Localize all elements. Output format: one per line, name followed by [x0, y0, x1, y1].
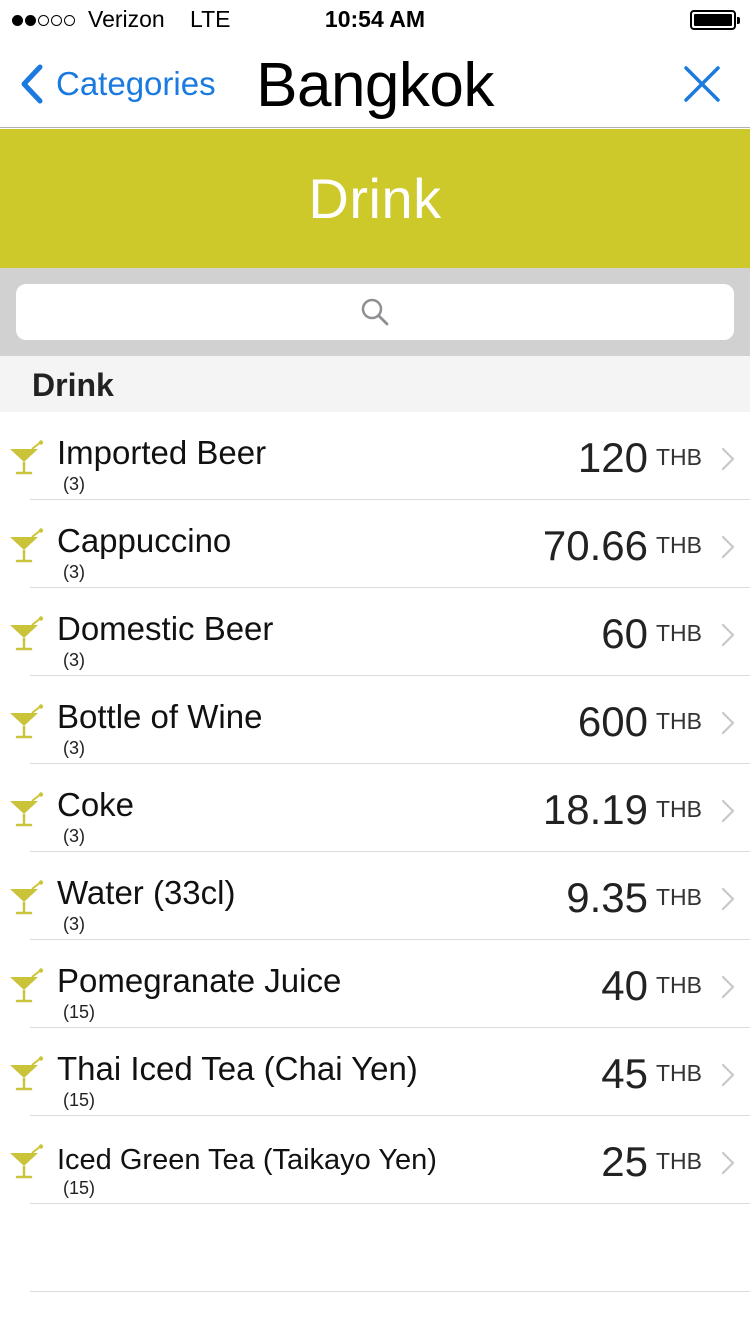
search-icon: [361, 298, 389, 326]
list-item[interactable]: Iced Green Tea (Taikayo Yen) (15) 25 THB: [0, 1116, 750, 1204]
section-header: Drink: [0, 356, 750, 412]
chevron-right-icon: [721, 711, 735, 735]
chevron-right-icon: [721, 623, 735, 647]
item-name: Iced Green Tea (Taikayo Yen): [57, 1144, 437, 1176]
cocktail-glass-icon: [10, 440, 44, 475]
item-currency: THB: [656, 884, 702, 910]
cocktail-glass-icon: [10, 968, 44, 1003]
item-currency: THB: [656, 620, 702, 646]
status-time: 10:54 AM: [324, 6, 426, 32]
item-price: 60: [601, 610, 648, 657]
item-price: 600: [577, 698, 648, 745]
item-name: Imported Beer: [57, 434, 267, 471]
cocktail-glass-icon: [10, 1056, 44, 1091]
empty-row: [0, 1204, 750, 1292]
cocktail-glass-icon: [10, 1144, 44, 1179]
chevron-right-icon: [721, 535, 735, 559]
item-currency: THB: [656, 444, 702, 470]
list-item[interactable]: Pomegranate Juice (15) 40 THB: [0, 940, 750, 1028]
item-currency: THB: [656, 972, 702, 998]
item-price: 40: [601, 962, 648, 1009]
item-currency: THB: [656, 532, 702, 558]
item-name: Thai Iced Tea (Chai Yen): [57, 1050, 418, 1087]
chevron-right-icon: [721, 887, 735, 911]
item-count: (3): [63, 826, 85, 846]
item-currency: THB: [656, 1060, 702, 1086]
item-currency: THB: [656, 708, 702, 734]
item-count: (3): [63, 474, 85, 494]
chevron-right-icon: [721, 975, 735, 999]
section-title: Drink: [32, 367, 114, 403]
page-title: Bangkok: [256, 51, 494, 120]
list-item[interactable]: Cappuccino (3) 70.66 THB: [0, 500, 750, 588]
search-input[interactable]: [16, 284, 734, 340]
item-currency: THB: [656, 796, 702, 822]
item-count: (15): [63, 1002, 96, 1022]
search-bar: [0, 268, 750, 356]
item-count: (15): [63, 1090, 96, 1110]
chevron-right-icon: [721, 447, 735, 471]
list-item[interactable]: Thai Iced Tea (Chai Yen) (15) 45 THB: [0, 1028, 750, 1116]
list-item[interactable]: Water (33cl) (3) 9.35 THB: [0, 852, 750, 940]
battery-icon: [690, 10, 740, 30]
item-price: 70.66: [542, 522, 648, 569]
category-title: Drink: [308, 167, 442, 230]
chevron-right-icon: [721, 799, 735, 823]
item-currency: THB: [656, 1148, 702, 1174]
status-bar: Verizon LTE 10:54 AM: [0, 0, 750, 40]
cocktail-glass-icon: [10, 528, 44, 563]
cocktail-glass-icon: [10, 880, 44, 915]
item-count: (3): [63, 562, 85, 582]
list-item[interactable]: Bottle of Wine (3) 600 THB: [0, 676, 750, 764]
item-name: Water (33cl): [57, 874, 236, 911]
cocktail-glass-icon: [10, 704, 44, 739]
cocktail-glass-icon: [10, 616, 44, 651]
item-name: Pomegranate Juice: [57, 962, 342, 999]
item-name: Domestic Beer: [57, 610, 274, 647]
cocktail-glass-icon: [10, 792, 44, 827]
item-price: 120: [577, 434, 648, 481]
close-icon[interactable]: [678, 60, 726, 108]
item-name: Coke: [57, 786, 135, 823]
item-count: (3): [63, 914, 85, 934]
item-price: 25: [601, 1138, 648, 1185]
item-name: Bottle of Wine: [57, 698, 263, 735]
item-count: (3): [63, 650, 85, 670]
item-price: 18.19: [542, 786, 648, 833]
list-item[interactable]: Domestic Beer (3) 60 THB: [0, 588, 750, 676]
item-price: 45: [601, 1050, 648, 1097]
item-name: Cappuccino: [57, 522, 232, 559]
item-price: 9.35: [566, 874, 648, 921]
navigation-bar: Categories Bangkok: [0, 40, 750, 128]
price-list: Imported Beer (3) 120 THB Cappuccino (3)…: [0, 412, 750, 1292]
item-count: (3): [63, 738, 85, 758]
list-item[interactable]: Imported Beer (3) 120 THB: [0, 412, 750, 500]
chevron-right-icon: [721, 1063, 735, 1087]
list-item[interactable]: Coke (3) 18.19 THB: [0, 764, 750, 852]
chevron-right-icon: [721, 1151, 735, 1175]
item-count: (15): [63, 1178, 96, 1198]
category-banner: Drink: [0, 129, 750, 268]
